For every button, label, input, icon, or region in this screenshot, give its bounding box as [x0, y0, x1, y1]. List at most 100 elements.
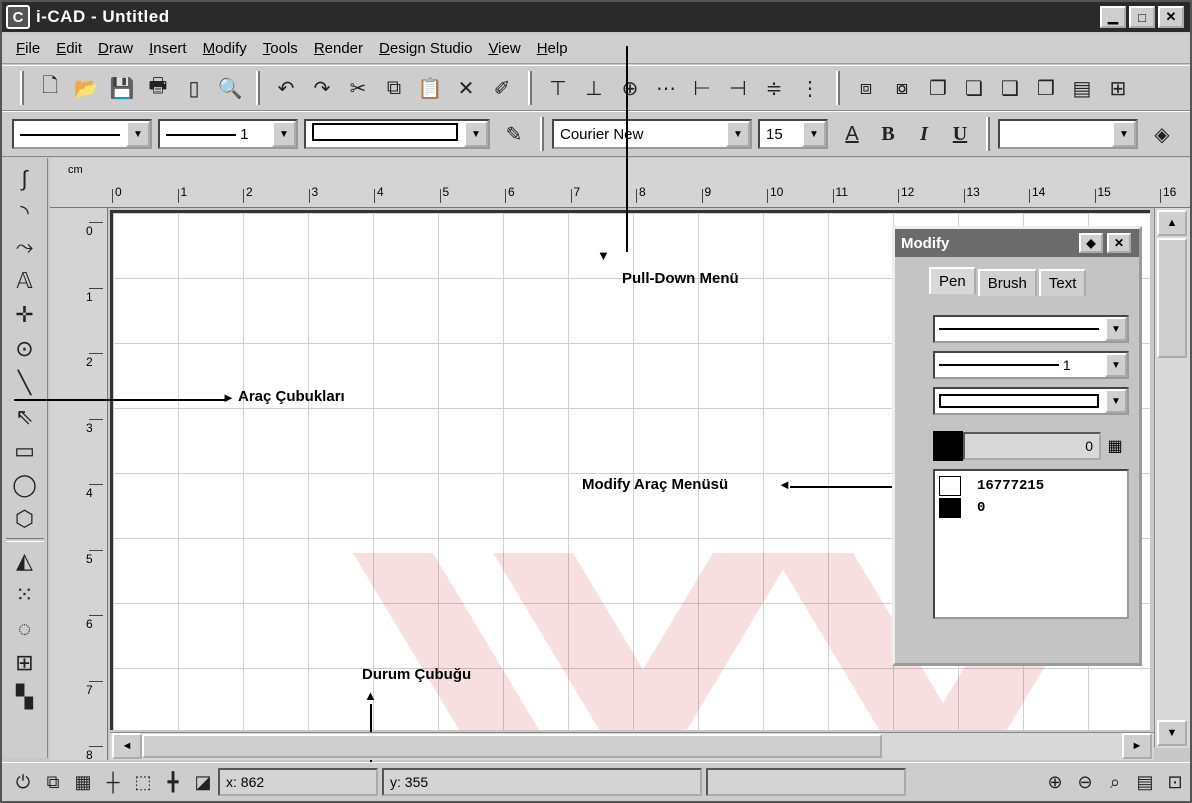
- tab-pen[interactable]: Pen: [929, 267, 976, 294]
- delete-icon[interactable]: ✕: [450, 72, 482, 104]
- vertical-scrollbar[interactable]: ▲ ▼: [1154, 208, 1190, 748]
- clear-icon[interactable]: ✐: [486, 72, 518, 104]
- send-backward-icon[interactable]: ❒: [1030, 72, 1062, 104]
- chevron-down-icon[interactable]: ▼: [1105, 353, 1127, 377]
- send-back-icon[interactable]: ❏: [958, 72, 990, 104]
- point-icon[interactable]: ✛: [7, 298, 43, 332]
- distribute-icon[interactable]: ⋯: [650, 72, 682, 104]
- list-item[interactable]: 0: [939, 497, 1123, 519]
- line-width-dropdown[interactable]: 1 ▼: [158, 119, 298, 149]
- italic-button[interactable]: I: [908, 118, 940, 150]
- open-icon[interactable]: 📂: [70, 72, 102, 104]
- menu-insert[interactable]: Insert: [141, 40, 195, 57]
- vertical-scroll-thumb[interactable]: [1157, 238, 1187, 358]
- chevron-down-icon[interactable]: ▼: [464, 121, 488, 147]
- zoom-extents-icon[interactable]: ⊡: [1160, 767, 1190, 797]
- align-middle-icon[interactable]: ≑: [758, 72, 790, 104]
- ortho-icon[interactable]: ⬚: [128, 767, 158, 797]
- chevron-down-icon[interactable]: ▼: [126, 121, 150, 147]
- chevron-down-icon[interactable]: ▼: [272, 121, 296, 147]
- align-left-icon[interactable]: ⊢: [686, 72, 718, 104]
- color-dropdown[interactable]: ▼: [998, 119, 1138, 149]
- arc-icon[interactable]: ◝: [7, 196, 43, 230]
- grid-pattern-icon[interactable]: ⁙: [7, 578, 43, 612]
- underline-button[interactable]: U: [944, 118, 976, 150]
- align-bottom-icon[interactable]: ⊥: [578, 72, 610, 104]
- ellipse-icon[interactable]: ◯: [7, 468, 43, 502]
- grid-icon[interactable]: ▦: [68, 767, 98, 797]
- new-icon[interactable]: 🗋: [34, 72, 66, 104]
- group-icon[interactable]: ⧈: [850, 72, 882, 104]
- menu-render[interactable]: Render: [306, 40, 371, 57]
- snap-icon[interactable]: ⧉: [38, 767, 68, 797]
- toolbar-grip[interactable]: [20, 71, 24, 105]
- polygon-icon[interactable]: ⬡: [7, 502, 43, 536]
- select-arrow-icon[interactable]: ⇖: [7, 400, 43, 434]
- bold-button[interactable]: B: [872, 118, 904, 150]
- print-preview-icon[interactable]: 🔍: [214, 72, 246, 104]
- list-item[interactable]: 16777215: [939, 475, 1123, 497]
- scroll-down-icon[interactable]: ▼: [1157, 720, 1187, 746]
- chevron-down-icon[interactable]: ▼: [1105, 389, 1127, 413]
- paint-bucket-icon[interactable]: ◈: [1146, 118, 1178, 150]
- align-vertical-icon[interactable]: ⋮: [794, 72, 826, 104]
- dotted-circle-icon[interactable]: ◌: [7, 612, 43, 646]
- cursor-icon[interactable]: ╋: [158, 767, 188, 797]
- icad-logo-icon[interactable]: C: [6, 5, 30, 29]
- layer-icon[interactable]: ◪: [188, 767, 218, 797]
- cut-icon[interactable]: ✂: [342, 72, 374, 104]
- save-icon[interactable]: 💾: [106, 72, 138, 104]
- align-center-icon[interactable]: ⊕: [614, 72, 646, 104]
- menu-tools[interactable]: Tools: [255, 40, 306, 57]
- menu-design-studio[interactable]: Design Studio: [371, 40, 480, 57]
- font-dropdown[interactable]: Courier New ▼: [552, 119, 752, 149]
- ungroup-icon[interactable]: ⧇: [886, 72, 918, 104]
- horizontal-scroll-thumb[interactable]: [142, 734, 882, 758]
- bezier-icon[interactable]: ⤳: [7, 230, 43, 264]
- scroll-up-icon[interactable]: ▲: [1157, 210, 1187, 236]
- color-list[interactable]: 16777215 0: [933, 469, 1129, 619]
- close-button[interactable]: ✕: [1158, 6, 1184, 28]
- chevron-down-icon[interactable]: ▼: [1112, 121, 1136, 147]
- fill-icon[interactable]: ▚: [7, 680, 43, 714]
- pen-color-icon[interactable]: ✎: [498, 118, 530, 150]
- tab-brush[interactable]: Brush: [977, 269, 1037, 296]
- zoom-in-icon[interactable]: ⊕: [1040, 767, 1070, 797]
- copy-icon[interactable]: ⧉: [378, 72, 410, 104]
- print-icon[interactable]: 🖶: [142, 72, 174, 104]
- bring-forward-icon[interactable]: ❑: [994, 72, 1026, 104]
- zoom-window-icon[interactable]: ⌕: [1100, 767, 1130, 797]
- text-color-icon[interactable]: A: [836, 118, 868, 150]
- chevron-down-icon[interactable]: ▼: [802, 121, 826, 147]
- scroll-left-icon[interactable]: ◄: [112, 733, 142, 759]
- curve-icon[interactable]: ∫: [7, 162, 43, 196]
- pen-style-dropdown[interactable]: ▼: [933, 315, 1129, 343]
- rectangle-icon[interactable]: ▭: [7, 434, 43, 468]
- fill-style-dropdown[interactable]: ▼: [304, 119, 490, 149]
- menu-file[interactable]: File: [8, 40, 48, 57]
- chevron-down-icon[interactable]: ▼: [1105, 317, 1127, 341]
- pen-width-dropdown[interactable]: 1 ▼: [933, 351, 1129, 379]
- undo-icon[interactable]: ↶: [270, 72, 302, 104]
- circle-point-icon[interactable]: ⊙: [7, 332, 43, 366]
- align-right-icon[interactable]: ⊣: [722, 72, 754, 104]
- menu-view[interactable]: View: [480, 40, 528, 57]
- redo-icon[interactable]: ↷: [306, 72, 338, 104]
- tab-text[interactable]: Text: [1038, 269, 1087, 296]
- zoom-all-icon[interactable]: ▤: [1130, 767, 1160, 797]
- properties-icon[interactable]: ▤: [1066, 72, 1098, 104]
- crosshair-icon[interactable]: ┼: [98, 767, 128, 797]
- minimize-button[interactable]: ▁: [1100, 6, 1126, 28]
- mirror-icon[interactable]: ◭: [7, 544, 43, 578]
- menu-modify[interactable]: Modify: [195, 40, 255, 57]
- panel-pin-button[interactable]: ◆: [1079, 233, 1103, 253]
- color-picker-icon[interactable]: ▦: [1101, 432, 1129, 460]
- bring-front-icon[interactable]: ❐: [922, 72, 954, 104]
- line-icon[interactable]: ╲: [7, 366, 43, 400]
- align-top-icon[interactable]: ⊤: [542, 72, 574, 104]
- chevron-down-icon[interactable]: ▼: [726, 121, 750, 147]
- font-size-dropdown[interactable]: 15 ▼: [758, 119, 828, 149]
- horizontal-scrollbar[interactable]: ◄ ►: [110, 732, 1154, 760]
- menu-help[interactable]: Help: [529, 40, 576, 57]
- table-icon[interactable]: ⊞: [7, 646, 43, 680]
